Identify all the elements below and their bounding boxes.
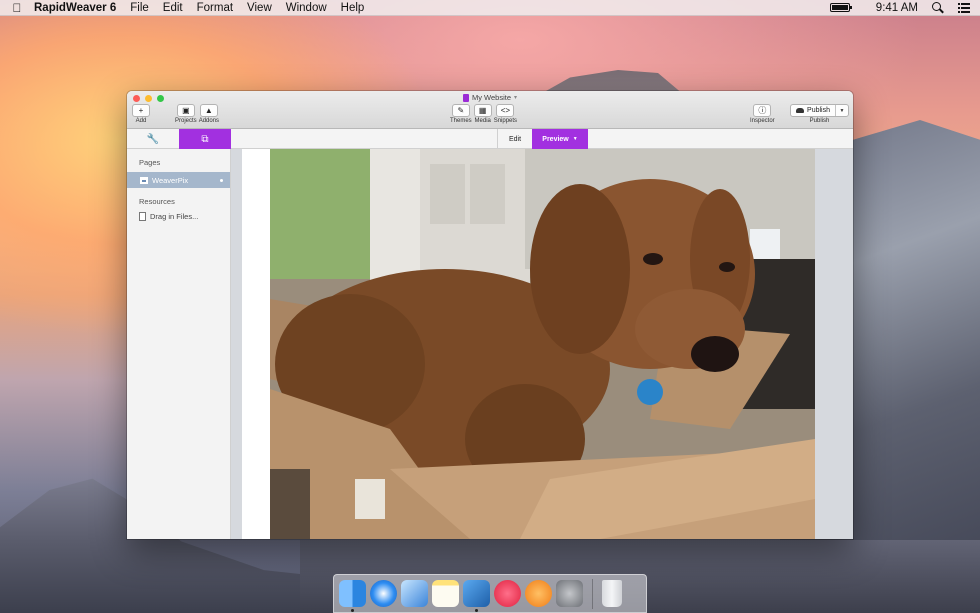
menu-clock[interactable]: 9:41 AM xyxy=(876,2,918,14)
tab-pages[interactable]: ⧉ xyxy=(179,129,231,149)
cloud-upload-icon xyxy=(796,108,805,113)
menu-help[interactable]: Help xyxy=(334,0,372,16)
themes-media-snippets-group: ✎ Themes ▦ Media <> Snippets xyxy=(449,104,518,124)
mail-icon[interactable] xyxy=(401,580,428,607)
file-icon xyxy=(139,212,146,221)
resources-header: Resources xyxy=(139,197,175,206)
media-button[interactable]: ▦ Media xyxy=(473,104,492,124)
resources-hint: Drag in Files... xyxy=(150,212,199,221)
finder-running-indicator xyxy=(351,609,354,612)
page-label: WeaverPix xyxy=(152,175,189,185)
menu-edit[interactable]: Edit xyxy=(156,0,190,16)
projects-label: Projects xyxy=(175,118,197,124)
publish-button-label: Publish xyxy=(807,107,830,114)
edit-mode-button[interactable]: Edit xyxy=(497,129,532,149)
photo-illustration xyxy=(270,149,815,539)
publish-dropdown-button[interactable]: ▼ xyxy=(836,105,848,116)
menu-view[interactable]: View xyxy=(240,0,279,16)
battery-icon[interactable] xyxy=(829,3,852,12)
dock-separator xyxy=(592,578,593,609)
themes-button[interactable]: ✎ Themes xyxy=(450,104,472,124)
pages-stack-icon: ⧉ xyxy=(201,133,209,145)
preview-label: Preview xyxy=(542,135,569,143)
snippets-button[interactable]: <> Snippets xyxy=(494,104,517,124)
snippets-code-icon: <> xyxy=(496,104,515,117)
preview-page[interactable] xyxy=(242,149,815,539)
addons-label: Addons xyxy=(198,118,220,124)
snippets-label: Snippets xyxy=(493,118,518,124)
projects-box-icon: ▣ xyxy=(176,104,195,117)
addons-puzzle-icon: ▲ xyxy=(199,104,218,117)
preview-margin xyxy=(842,149,853,539)
window-title-text: My Website xyxy=(471,93,512,102)
apple-menu-icon[interactable]:  xyxy=(0,1,34,15)
window-title: My Website ▾ xyxy=(127,93,853,102)
add-button[interactable]: + Add xyxy=(132,104,150,124)
add-label: Add xyxy=(135,118,147,124)
notification-center-icon[interactable] xyxy=(958,2,970,13)
dock xyxy=(333,574,647,613)
publish-control: Publish ▼ Publish xyxy=(790,104,849,124)
finder-icon[interactable] xyxy=(339,580,366,612)
themes-brush-icon: ✎ xyxy=(451,104,470,117)
inspector-button[interactable]: ⓘ Inspector xyxy=(750,104,775,124)
spotlight-search-icon[interactable] xyxy=(932,1,944,14)
pages-header: Pages xyxy=(139,158,161,167)
menu-window[interactable]: Window xyxy=(279,0,334,16)
projects-button[interactable]: ▣ Projects xyxy=(175,104,197,124)
preview-mode-button[interactable]: Preview ▼ xyxy=(532,129,588,149)
sidebar-item-weaverpix[interactable]: WeaverPix xyxy=(127,172,230,188)
window-toolbar: My Website ▾ + Add ▣ Projects ▲ Addons ✎… xyxy=(127,91,853,129)
rapidweaver-window: My Website ▾ + Add ▣ Projects ▲ Addons ✎… xyxy=(127,91,853,539)
preview-chevron-down-icon: ▼ xyxy=(572,136,578,142)
dog-in-box-photo xyxy=(270,149,815,539)
project-sidebar: Pages WeaverPix Resources Drag in Files.… xyxy=(127,149,231,539)
page-status-dot xyxy=(220,178,223,182)
itunes-icon[interactable] xyxy=(494,580,521,607)
media-label: Media xyxy=(474,118,491,124)
plus-icon: + xyxy=(132,104,150,117)
publish-split-button: Publish ▼ xyxy=(790,104,849,117)
xcode-running-indicator xyxy=(475,609,478,612)
trash-icon[interactable] xyxy=(602,580,622,607)
publish-label: Publish xyxy=(809,118,830,124)
notes-icon[interactable] xyxy=(432,580,459,607)
document-icon xyxy=(462,93,469,102)
publish-button[interactable]: Publish xyxy=(791,105,836,116)
wrench-icon: 🔧 xyxy=(146,133,160,145)
menu-bar:  RapidWeaver 6 File Edit Format View Wi… xyxy=(0,0,980,16)
app-menu[interactable]: RapidWeaver 6 xyxy=(34,0,123,16)
photo-page-icon xyxy=(140,176,148,184)
addons-button[interactable]: ▲ Addons xyxy=(199,104,219,124)
ibooks-icon[interactable] xyxy=(525,580,552,607)
safari-icon[interactable] xyxy=(370,580,397,607)
projects-addons-group: ▣ Projects ▲ Addons xyxy=(174,104,220,124)
xcode-icon[interactable] xyxy=(463,580,490,612)
tab-settings[interactable]: 🔧 xyxy=(127,129,179,149)
themes-label: Themes xyxy=(450,118,472,124)
system-preferences-icon[interactable] xyxy=(556,580,583,607)
menu-file[interactable]: File xyxy=(123,0,156,16)
inspector-label: Inspector xyxy=(750,118,775,124)
info-icon: ⓘ xyxy=(753,104,772,117)
title-chevron-icon[interactable]: ▾ xyxy=(514,94,517,101)
mode-tab-bar: 🔧 ⧉ Edit Preview ▼ xyxy=(127,129,853,149)
menu-format[interactable]: Format xyxy=(190,0,240,16)
resources-drop-target[interactable]: Drag in Files... xyxy=(127,206,230,221)
media-photo-icon: ▦ xyxy=(473,104,492,117)
preview-area xyxy=(231,149,853,539)
